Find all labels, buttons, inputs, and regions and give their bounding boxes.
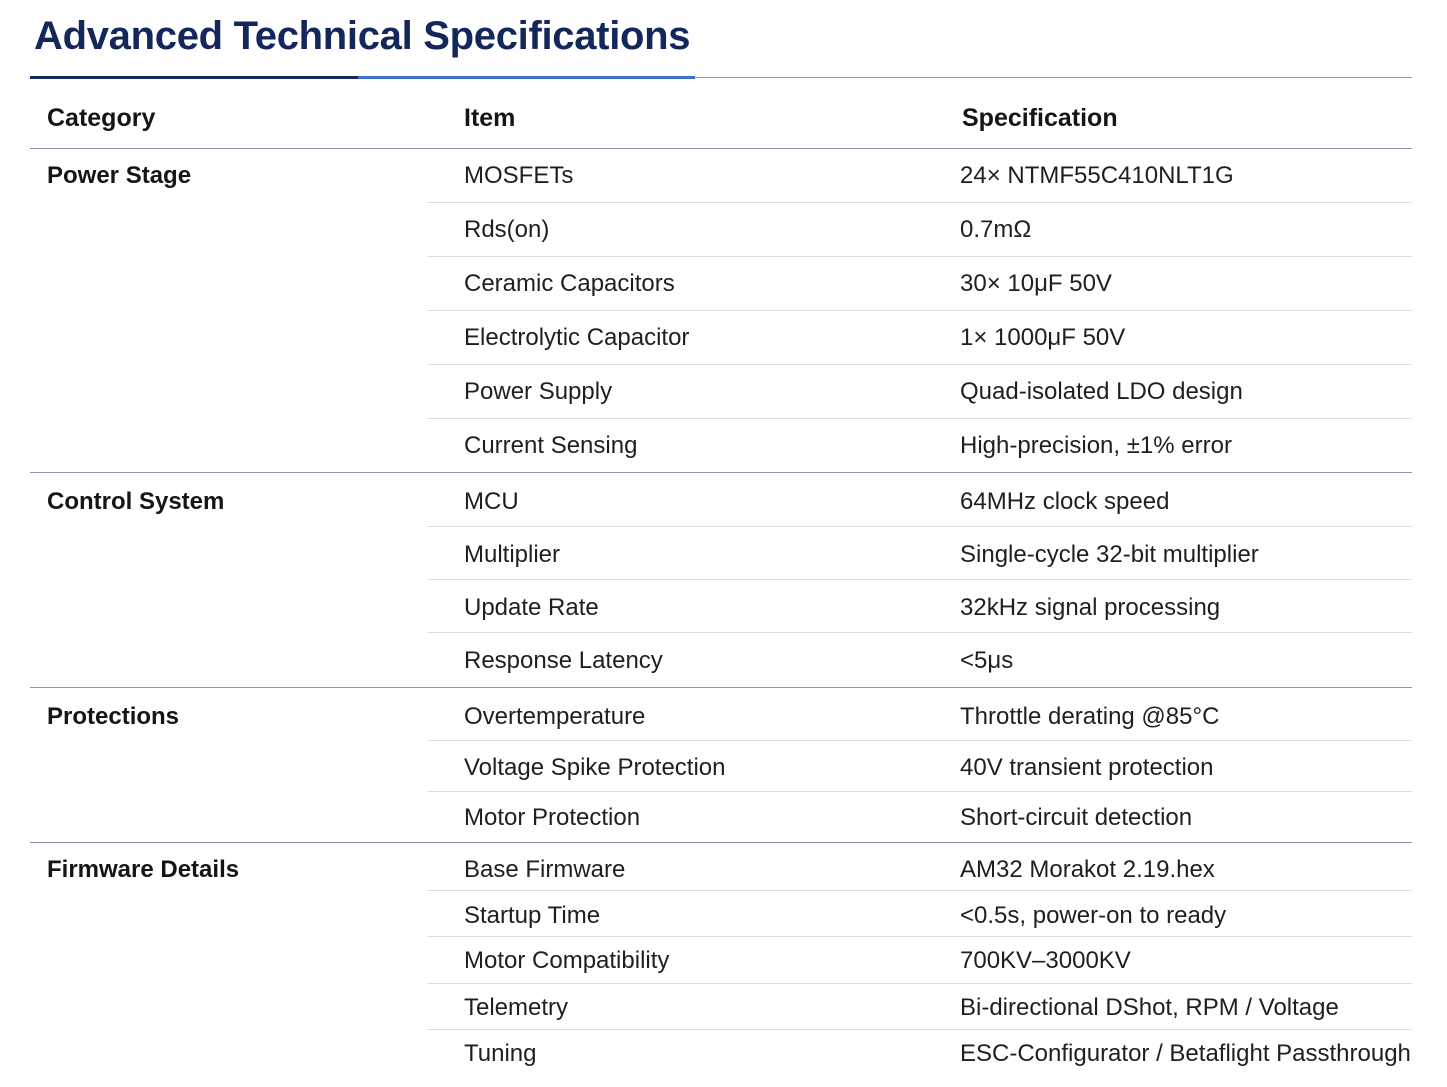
spec-cell: 40V transient protection [960,754,1214,781]
item-cell: Electrolytic Capacitor [464,324,690,351]
group-power-stage: Power Stage MOSFETs 24× NTMF55C410NLT1G … [30,149,1412,473]
column-header-category: Category [47,104,156,132]
item-cell: Voltage Spike Protection [464,754,726,781]
spec-cell: 24× NTMF55C410NLT1G [960,162,1234,189]
spec-cell: Bi-directional DShot, RPM / Voltage [960,994,1339,1021]
category-label: Power Stage [47,162,192,189]
item-cell: Tuning [464,1040,537,1067]
item-cell: Update Rate [464,594,599,621]
item-cell: Base Firmware [464,856,626,883]
table-row: MOSFETs 24× NTMF55C410NLT1G [427,149,1412,203]
column-header-item: Item [464,104,516,132]
item-cell: Ceramic Capacitors [464,270,675,297]
item-cell: MCU [464,488,519,515]
table-row: Startup Time <0.5s, power-on to ready [427,891,1412,937]
table-row: Power Supply Quad-isolated LDO design [427,365,1412,419]
spec-cell: 0.7mΩ [960,216,1032,243]
spec-cell: 30× 10μF 50V [960,270,1112,297]
table-row: Overtemperature Throttle derating @85°C [427,688,1412,741]
table-row: Response Latency <5μs [427,633,1412,687]
spec-cell: Throttle derating @85°C [960,703,1220,730]
item-cell: Telemetry [464,994,569,1021]
item-cell: Startup Time [464,902,601,929]
item-cell: Overtemperature [464,703,646,730]
item-cell: Motor Protection [464,804,641,831]
table-row: Tuning ESC-Configurator / Betaflight Pas… [427,1030,1412,1080]
item-cell: Motor Compatibility [464,947,670,974]
item-cell: Rds(on) [464,216,550,243]
item-cell: Power Supply [464,378,613,405]
spec-cell: <5μs [960,647,1014,674]
category-label: Control System [47,488,225,515]
title-accent-dark [30,76,358,79]
category-label: Protections [47,703,180,730]
table-row: Telemetry Bi-directional DShot, RPM / Vo… [427,984,1412,1030]
item-cell: Multiplier [464,541,561,568]
spec-cell: ESC-Configurator / Betaflight Passthroug… [960,1040,1411,1067]
spec-cell: Short-circuit detection [960,804,1193,831]
spec-cell: AM32 Morakot 2.19.hex [960,856,1215,883]
table-row: Current Sensing High-precision, ±1% erro… [427,419,1412,472]
category-label: Firmware Details [47,856,240,883]
group-firmware-details: Firmware Details Base Firmware AM32 Mora… [30,843,1412,1083]
spec-cell: 700KV–3000KV [960,947,1131,974]
spec-cell: High-precision, ±1% error [960,432,1232,459]
spec-cell: Quad-isolated LDO design [960,378,1243,405]
group-control-system: Control System MCU 64MHz clock speed Mul… [30,473,1412,688]
item-cell: Current Sensing [464,432,638,459]
table-row: Update Rate 32kHz signal processing [427,580,1412,633]
column-header-specification: Specification [962,104,1118,132]
spec-cell: <0.5s, power-on to ready [960,902,1227,929]
table-row: Motor Compatibility 700KV–3000KV [427,937,1412,984]
spec-cell: 1× 1000μF 50V [960,324,1126,351]
spec-cell: Single-cycle 32-bit multiplier [960,541,1259,568]
item-cell: MOSFETs [464,162,574,189]
table-row: Base Firmware AM32 Morakot 2.19.hex [427,843,1412,891]
table-row: Rds(on) 0.7mΩ [427,203,1412,257]
table-row: MCU 64MHz clock speed [427,473,1412,527]
page-title: Advanced Technical Specifications [34,14,691,58]
spec-cell: 32kHz signal processing [960,594,1221,621]
table-row: Motor Protection Short-circuit detection [427,792,1412,842]
table-row: Ceramic Capacitors 30× 10μF 50V [427,257,1412,311]
item-cell: Response Latency [464,647,663,674]
table-row: Voltage Spike Protection 40V transient p… [427,741,1412,792]
table-row: Multiplier Single-cycle 32-bit multiplie… [427,527,1412,580]
table-row: Electrolytic Capacitor 1× 1000μF 50V [427,311,1412,365]
group-protections: Protections Overtemperature Throttle der… [30,688,1412,843]
spec-cell: 64MHz clock speed [960,488,1170,515]
title-accent-blue [358,76,695,79]
table-header: Category Item Specification [30,88,1412,149]
